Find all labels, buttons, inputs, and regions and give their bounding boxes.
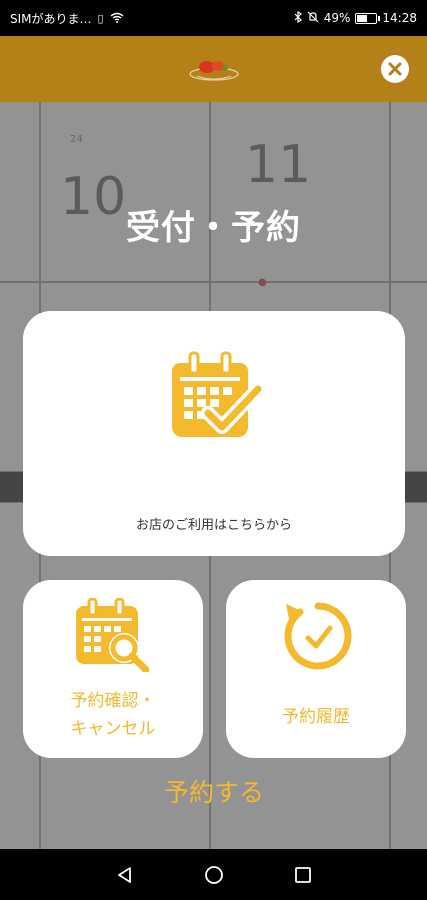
status-bar: SIMがありま… ▯ 49% 14:28: [0, 0, 427, 36]
reserve-sub-label: お店のご利用はこちらから: [135, 518, 292, 533]
calendar-check-icon: [170, 351, 265, 447]
sim-icon: ▯: [97, 11, 104, 25]
confirm-label-line2: キャンセル: [70, 719, 156, 739]
carrier-label: SIMがありま…: [10, 11, 92, 26]
confirm-cancel-button[interactable]: 予約確認・ キャンセル: [23, 580, 203, 758]
back-button[interactable]: [105, 855, 145, 895]
page-title: 受付・予約: [126, 208, 301, 248]
recents-button[interactable]: [283, 855, 323, 895]
app-header: [0, 36, 427, 102]
battery-icon: [355, 12, 381, 24]
recents-square-icon: [294, 866, 311, 883]
reserve-button[interactable]: 予約する お店のご利用はこちらから: [23, 311, 405, 807]
mute-bell-icon: [307, 11, 319, 25]
home-circle-icon: [204, 865, 223, 884]
bluetooth-icon: [294, 10, 302, 25]
back-triangle-icon: [117, 866, 131, 883]
home-button[interactable]: [194, 855, 234, 895]
confirm-label-line1: 予約確認・: [70, 691, 156, 711]
restaurant-logo: [187, 54, 241, 84]
close-button[interactable]: [381, 55, 409, 83]
history-button[interactable]: 予約履歴: [226, 580, 406, 758]
battery-percent: 49%: [323, 11, 351, 25]
history-clock-icon: [278, 598, 354, 678]
history-label: 予約履歴: [282, 707, 350, 727]
close-icon: [388, 62, 402, 76]
status-time: 14:28: [382, 11, 417, 25]
system-nav-bar: [0, 849, 427, 900]
calendar-search-icon: [74, 597, 152, 676]
wifi-icon: [110, 12, 124, 25]
reserve-label: 予約する: [163, 778, 264, 807]
